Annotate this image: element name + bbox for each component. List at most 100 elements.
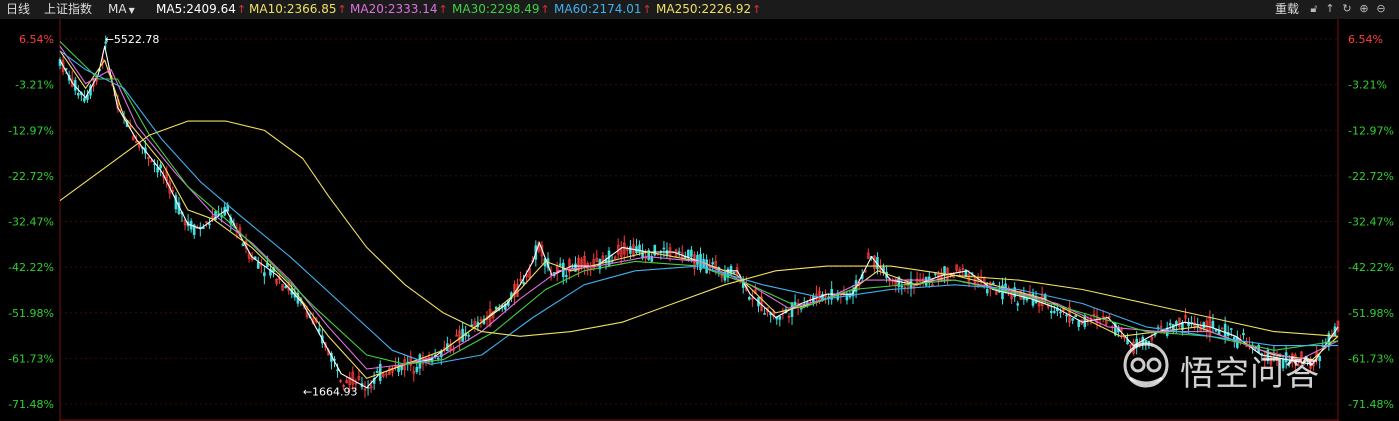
- up-arrow-icon: ↑: [642, 3, 652, 16]
- candle-body: [415, 366, 419, 373]
- candle-body: [1077, 320, 1081, 327]
- y-tick-label-left: 6.54%: [19, 33, 54, 46]
- ma5-readout: MA5:2409.64↑: [156, 2, 247, 16]
- candle-body: [1065, 314, 1068, 317]
- candle-body: [83, 97, 86, 102]
- candle-body: [375, 371, 379, 373]
- candle-body: [677, 251, 681, 254]
- ma-line-ma10: [59, 50, 1339, 379]
- chevron-down-icon: ▼: [128, 6, 135, 15]
- chart-header-bar: 日线 上证指数 MA ▼ MA5:2409.64↑ MA10:2366.85↑ M…: [0, 0, 1399, 19]
- candle-body: [1242, 332, 1245, 336]
- candle-body: [1168, 323, 1172, 326]
- candle-body: [687, 249, 690, 259]
- y-tick-label-right: 6.54%: [1348, 33, 1383, 46]
- candle-body: [732, 271, 736, 274]
- candle-body: [696, 254, 699, 265]
- candle-body: [992, 282, 995, 285]
- y-tick-label-right: -42.22%: [1348, 261, 1394, 274]
- ma250-readout: MA250:2226.92↑: [656, 2, 762, 16]
- candle-body: [662, 247, 666, 250]
- candle-body: [711, 262, 715, 265]
- indicator-label: MA: [108, 2, 127, 16]
- ma60-readout: MA60:2174.01↑: [554, 2, 652, 16]
- y-tick-label-right: -3.21%: [1348, 79, 1387, 92]
- y-tick-label-left: -22.72%: [8, 170, 54, 183]
- candle-body: [934, 273, 937, 275]
- ma-line-ma20: [59, 45, 1339, 370]
- candle-body: [467, 335, 471, 337]
- candle-body: [985, 289, 989, 294]
- ma-line-ma5: [59, 45, 1339, 389]
- candle-body: [522, 281, 525, 285]
- candle-body: [317, 328, 321, 332]
- refresh-icon[interactable]: ↻: [1341, 3, 1353, 15]
- ma10-readout: MA10:2366.85↑: [249, 2, 347, 16]
- candle-body: [638, 244, 641, 253]
- candle-body: [1074, 315, 1077, 318]
- up-arrow-icon: ↑: [236, 3, 247, 16]
- candle-body: [1053, 311, 1056, 313]
- lock-icon[interactable]: 🔓︎: [1308, 3, 1320, 15]
- watermark-text: 悟空问答: [1180, 354, 1320, 394]
- candle-body: [558, 263, 562, 266]
- ma30-readout: MA30:2298.49↑: [452, 2, 550, 16]
- candle-body: [1016, 303, 1020, 306]
- up-arrow-icon: ↑: [752, 3, 762, 16]
- y-axis-left: 6.54% -3.21% -12.97% -22.72% -32.47% -42.22% -…: [8, 33, 54, 411]
- candle-body: [763, 313, 766, 315]
- y-tick-label-right: -22.72%: [1348, 170, 1394, 183]
- candle-body: [665, 250, 669, 256]
- candle-body: [263, 272, 266, 277]
- y-tick-label-left: -71.48%: [8, 398, 54, 411]
- up-arrow-icon: ↑: [337, 3, 347, 16]
- candle-body: [1049, 310, 1053, 313]
- y-tick-label-right: -71.48%: [1348, 398, 1394, 411]
- zoom-out-icon[interactable]: ⊖: [1375, 3, 1387, 15]
- candle-body: [629, 246, 632, 254]
- up-icon[interactable]: ↑: [1324, 3, 1336, 15]
- logo-icon: [1123, 342, 1169, 388]
- candle-body: [1059, 311, 1062, 314]
- candle-body: [208, 223, 211, 226]
- y-tick-label-right: -32.47%: [1348, 216, 1394, 229]
- price-annotation: ←1664.93: [303, 385, 358, 398]
- up-arrow-icon: ↑: [438, 3, 448, 16]
- price-annotation: ←5522.78: [105, 33, 160, 46]
- candle-body: [284, 285, 288, 289]
- candle-body: [159, 164, 162, 169]
- y-tick-label-left: -32.47%: [8, 216, 54, 229]
- candle-body: [1229, 328, 1233, 330]
- y-tick-label-left: -42.22%: [8, 261, 54, 274]
- candle-body: [778, 316, 782, 320]
- y-tick-label-right: -61.73%: [1348, 352, 1394, 365]
- period-label[interactable]: 日线: [6, 0, 30, 19]
- candle-body: [845, 293, 849, 301]
- y-axis-right: 6.54% -3.21% -12.97% -22.72% -32.47% -42.22% -…: [1348, 33, 1394, 411]
- up-arrow-icon: ↑: [540, 3, 550, 16]
- y-tick-label-right: -12.97%: [1348, 124, 1394, 137]
- indicator-selector[interactable]: MA ▼: [108, 0, 135, 20]
- index-name: 上证指数: [44, 2, 93, 16]
- candle-body: [470, 324, 474, 327]
- candle-body: [436, 357, 440, 360]
- candle-body: [1211, 321, 1215, 329]
- reset-button[interactable]: 重载: [1275, 0, 1299, 19]
- candle-body: [1071, 318, 1074, 321]
- candle-body: [77, 93, 80, 96]
- y-tick-label-left: -12.97%: [8, 124, 54, 137]
- y-tick-label-left: -61.73%: [8, 352, 54, 365]
- zoom-in-icon[interactable]: ⊕: [1358, 3, 1370, 15]
- y-tick-label-left: -51.98%: [8, 307, 54, 320]
- ma20-readout: MA20:2333.14↑: [350, 2, 448, 16]
- candle-body: [565, 275, 568, 277]
- ma-line-ma250: [59, 120, 1339, 337]
- candle-body: [256, 261, 260, 269]
- candle-body: [336, 369, 339, 372]
- candle-body: [1223, 323, 1227, 338]
- candle-body: [900, 285, 904, 288]
- ma-lines: [59, 41, 1339, 389]
- candle-body: [241, 243, 245, 247]
- y-tick-label-right: -51.98%: [1348, 307, 1394, 320]
- candle-body: [748, 297, 751, 300]
